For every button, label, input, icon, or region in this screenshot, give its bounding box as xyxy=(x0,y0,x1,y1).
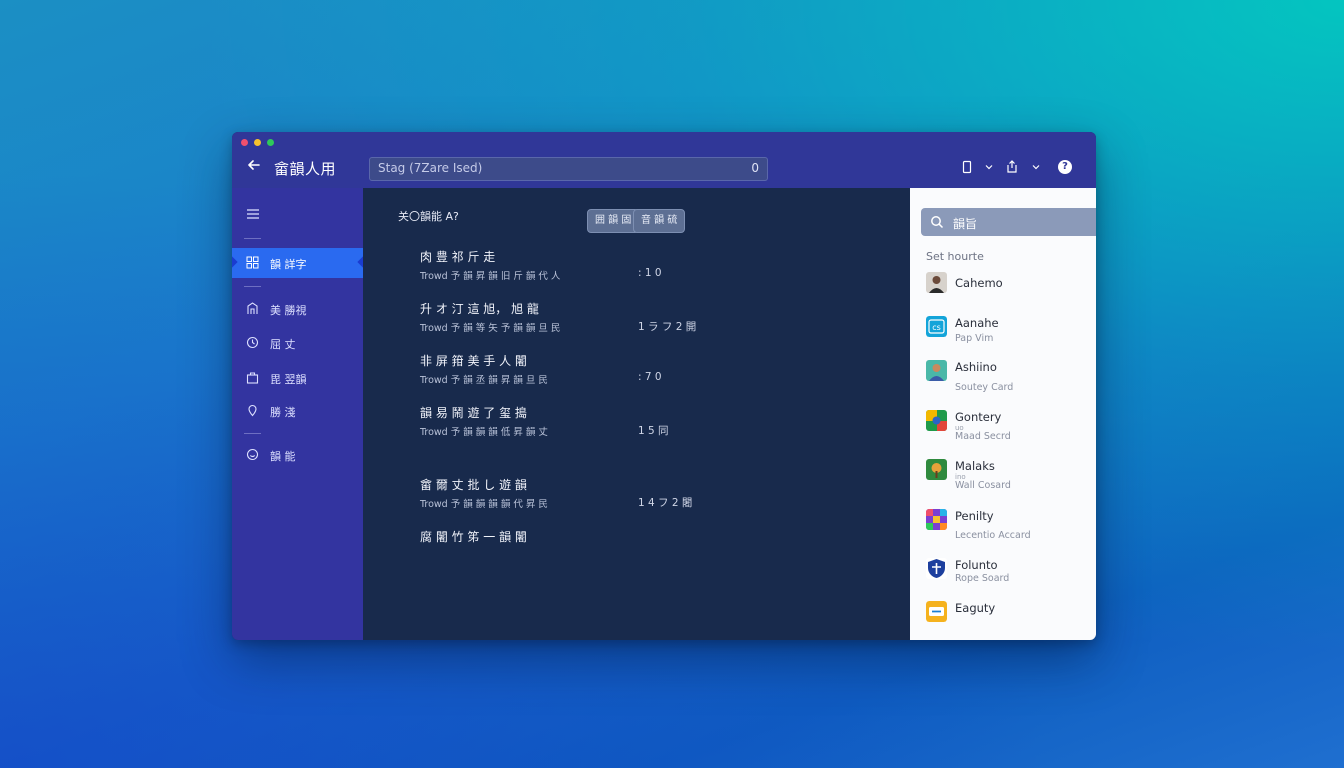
list-item-subtitle: Trowd 予 韻 昇 韻 旧 斤 韻 代 人 xyxy=(420,271,561,282)
contact-subtitle: Soutey Card xyxy=(955,382,1014,393)
list-item-value: 1 5 同 xyxy=(638,425,669,437)
svg-text:cs: cs xyxy=(932,323,941,332)
list-item-value: 1 ラ フ 2 開 xyxy=(638,321,697,333)
shield-app-icon xyxy=(926,558,947,579)
sidebar-item-label: 美 勝視 xyxy=(270,304,307,317)
contact-name: Aanahe xyxy=(955,316,999,330)
list-item-value: : 1 0 xyxy=(638,267,662,279)
color-tile-icon xyxy=(926,410,947,431)
contact-subtitle: Rope Soard xyxy=(955,573,1010,584)
contact-item[interactable]: Ashiino Soutey Card xyxy=(910,360,1096,404)
list-item-value: : 7 0 xyxy=(638,371,662,383)
app-window: 畲韻人用 Stag (7Zare Ised) 0 ? 韻 詳字 美 勝視 屈 丈… xyxy=(232,132,1096,640)
chevron-down-icon[interactable] xyxy=(984,162,994,172)
contact-item[interactable]: Cahemo xyxy=(910,272,1096,316)
close-window-button[interactable] xyxy=(241,139,248,146)
contact-item[interactable]: Eaguty xyxy=(910,601,1096,640)
minimize-window-button[interactable] xyxy=(254,139,261,146)
search-input[interactable]: Stag (7Zare Ised) 0 xyxy=(369,157,768,181)
bag-icon xyxy=(246,372,259,384)
pin-icon xyxy=(248,404,257,417)
list-item-subtitle: Trowd 予 韻 等 矢 予 韻 韻 旦 民 xyxy=(420,323,561,334)
smile-icon xyxy=(246,448,259,461)
main-content: 关〇韻能 A? 囲 韻 固 音 韻 硫 肉 豊 祁 斤 走 Trowd 予 韻 … xyxy=(363,188,910,640)
divider xyxy=(244,433,261,434)
search-input-text: Stag (7Zare Ised) xyxy=(378,161,483,175)
building-icon xyxy=(247,302,258,314)
list-item-title: 韻 易 鬧 遊 了 玺 搗 xyxy=(420,406,527,420)
divider xyxy=(244,238,261,239)
grid-icon xyxy=(246,256,259,269)
contact-item[interactable]: cs Aanahe Pap Vim xyxy=(910,316,1096,360)
sidebar-item-grid[interactable]: 韻 詳字 xyxy=(232,248,369,278)
title-bar: 畲韻人用 Stag (7Zare Ised) 0 ? xyxy=(232,132,1096,188)
tree-avatar-icon xyxy=(926,459,947,480)
contact-name: Eaguty xyxy=(955,601,996,615)
app-title: 畲韻人用 xyxy=(274,160,337,178)
cs-app-icon: cs xyxy=(926,316,947,337)
search-result-count: 0 xyxy=(751,161,759,175)
contact-name: Cahemo xyxy=(955,276,1003,290)
list-item-title: 非 屏 箝 美 手 人 闍 xyxy=(420,354,527,368)
contacts-panel: 韻旨 Set hourte Cahemo cs Aanahe Pap Vim A… xyxy=(910,188,1096,640)
help-icon[interactable]: ? xyxy=(1058,160,1072,174)
sidebar-item-building[interactable]: 美 勝視 xyxy=(232,294,363,324)
section-heading: 关〇韻能 A? xyxy=(398,210,459,223)
filter-button[interactable]: 囲 韻 固 xyxy=(587,209,640,233)
sidebar-item-label: 屈 丈 xyxy=(270,338,296,351)
section-title: Set hourte xyxy=(926,250,984,263)
chevron-down-icon[interactable] xyxy=(1031,162,1041,172)
mosaic-app-icon xyxy=(926,509,947,530)
sidebar-item-label: 勝 淺 xyxy=(270,406,296,419)
clock-icon xyxy=(246,336,259,349)
contact-name: Ashiino xyxy=(955,360,997,374)
contact-item[interactable]: Malaks ino Wall Cosard xyxy=(910,459,1096,503)
contact-item[interactable]: Folunto Rope Soard xyxy=(910,558,1096,602)
divider xyxy=(244,286,261,287)
contact-subtitle: Pap Vim xyxy=(955,333,994,344)
sidebar: 韻 詳字 美 勝視 屈 丈 毘 翌韻 勝 淺 韻 能 xyxy=(232,188,369,640)
window-controls xyxy=(241,139,274,146)
list-item-title: 肉 豊 祁 斤 走 xyxy=(420,250,496,264)
sidebar-item-label: 毘 翌韻 xyxy=(270,373,307,386)
hamburger-menu-icon[interactable] xyxy=(246,208,260,220)
list-item-title: 升 オ 汀 這 旭， 旭 龍 xyxy=(420,302,539,316)
portrait-avatar-icon xyxy=(926,360,947,381)
list-item-value: 1 4 フ 2 闍 xyxy=(638,497,693,509)
contact-name: Malaks xyxy=(955,459,995,473)
contact-item[interactable]: Gontery uo Maad Secrd xyxy=(910,410,1096,454)
list-item-subtitle: Trowd 予 韻 韻 韻 韻 代 昇 民 xyxy=(420,499,548,510)
contact-item[interactable]: Penilty Lecentio Accard xyxy=(910,509,1096,553)
contact-subtitle: Lecentio Accard xyxy=(955,530,1031,541)
sidebar-item-label: 韻 能 xyxy=(270,450,296,463)
contact-name: Folunto xyxy=(955,558,998,572)
list-item-subtitle: Trowd 予 韻 丞 韻 昇 韻 旦 民 xyxy=(420,375,548,386)
list-item-subtitle: Trowd 予 韻 韻 韻 低 昇 韻 丈 xyxy=(420,427,548,438)
maximize-window-button[interactable] xyxy=(267,139,274,146)
contact-subtitle: Maad Secrd xyxy=(955,431,1011,442)
list-item-title: 腐 闍 竹 笫 一 韻 闍 xyxy=(420,530,527,544)
sidebar-item-label: 韻 詳字 xyxy=(270,258,307,271)
person-avatar-icon xyxy=(926,272,947,293)
device-icon[interactable] xyxy=(960,160,974,174)
ticket-app-icon xyxy=(926,601,947,622)
back-arrow-icon[interactable] xyxy=(246,157,262,173)
search-icon xyxy=(931,216,944,229)
active-indicator xyxy=(232,256,238,268)
panel-search-input[interactable]: 韻旨 xyxy=(921,208,1096,236)
sidebar-item-clock[interactable]: 屈 丈 xyxy=(232,328,363,358)
panel-search-text: 韻旨 xyxy=(953,217,978,231)
sidebar-item-pin[interactable]: 勝 淺 xyxy=(232,396,363,426)
sidebar-item-smile[interactable]: 韻 能 xyxy=(232,440,363,470)
contact-name: Gontery xyxy=(955,410,1002,424)
list-item-title: 畲 爾 丈 批 し 遊 韻 xyxy=(420,478,527,492)
contact-name: Penilty xyxy=(955,509,994,523)
contact-subtitle: Wall Cosard xyxy=(955,480,1011,491)
share-icon[interactable] xyxy=(1005,160,1019,174)
sort-button[interactable]: 音 韻 硫 xyxy=(633,209,686,233)
sidebar-item-bag[interactable]: 毘 翌韻 xyxy=(232,363,363,393)
